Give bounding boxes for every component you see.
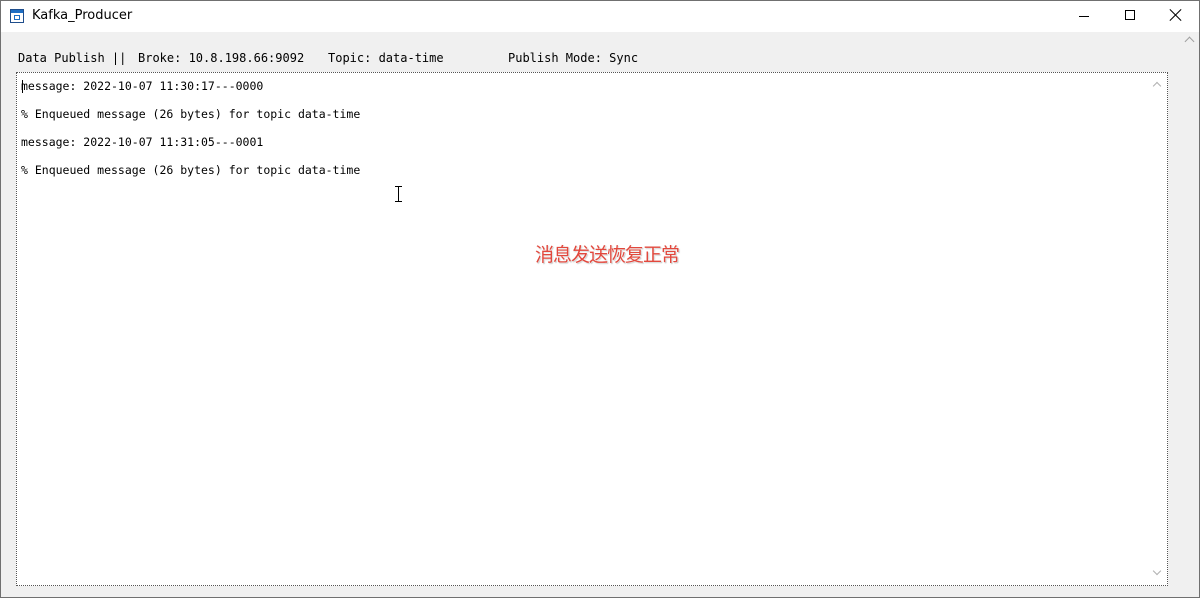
window-title: Kafka_Producer — [32, 8, 133, 23]
log-line: message: 2022-10-07 11:31:05---0001 — [21, 135, 264, 149]
close-icon — [1170, 9, 1182, 21]
message-log-content: message: 2022-10-07 11:30:17---0000 % En… — [19, 75, 1149, 583]
log-line: message: 2022-10-07 11:30:17---0000 — [21, 79, 264, 93]
maximize-button[interactable] — [1107, 1, 1153, 32]
scroll-down-arrow-icon[interactable] — [1152, 566, 1162, 576]
log-scrollbar[interactable] — [1149, 75, 1165, 583]
close-button[interactable] — [1153, 1, 1199, 32]
title-bar[interactable]: Kafka_Producer — [1, 1, 1199, 32]
minimize-button[interactable] — [1061, 1, 1107, 32]
log-line: % Enqueued message (26 bytes) for topic … — [21, 107, 361, 121]
publish-mode-label: Publish Mode: Sync — [508, 51, 639, 65]
topic-label: Topic: data-time — [328, 51, 444, 65]
publish-status-label: Data Publish || — [18, 51, 127, 65]
scroll-up-arrow-icon[interactable] — [1152, 81, 1162, 91]
app-window-icon — [10, 9, 24, 23]
message-log-textarea[interactable]: message: 2022-10-07 11:30:17---0000 % En… — [16, 72, 1168, 586]
text-cursor-icon — [394, 186, 403, 202]
minimize-icon — [1079, 16, 1089, 17]
window-scrollbar[interactable] — [1182, 32, 1199, 597]
log-line: % Enqueued message (26 bytes) for topic … — [21, 163, 361, 177]
annotation-caption: 消息发送恢复正常 — [535, 244, 680, 266]
kafka-producer-window: Kafka_Producer Data Publish || Broke: 10… — [0, 0, 1200, 598]
broker-label: Broke: 10.8.198.66:9092 — [138, 51, 305, 65]
maximize-icon — [1125, 10, 1135, 20]
chevron-up-icon[interactable] — [1184, 36, 1195, 47]
